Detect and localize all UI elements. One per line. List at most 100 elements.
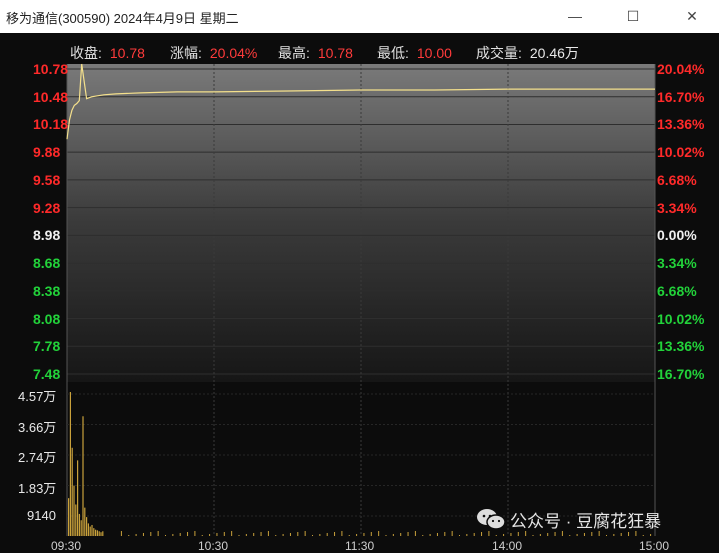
price-tick-label: 9.88 — [33, 144, 61, 161]
volume-bar — [378, 531, 380, 536]
price-tick-label: 9.28 — [33, 199, 61, 216]
pct-tick-label: 3.34% — [657, 199, 697, 216]
volume-bar — [385, 535, 387, 536]
volume-bar — [194, 531, 196, 536]
volume-bar — [142, 533, 144, 536]
volume-bar — [436, 533, 438, 536]
volume-bar — [253, 533, 255, 536]
pct-tick-label: 6.68% — [657, 282, 697, 299]
volume-bar — [135, 534, 137, 536]
volume-bar — [348, 535, 350, 536]
volume-bar — [201, 535, 203, 536]
volume-bar — [77, 460, 79, 536]
volume-bar — [341, 531, 343, 536]
volume-bar — [319, 534, 321, 536]
price-tick-label: 8.68 — [33, 255, 61, 272]
volume-tick-label: 4.57万 — [18, 389, 57, 404]
volume-bar — [459, 535, 460, 536]
volume-bar — [356, 534, 358, 536]
volume-bar — [363, 533, 365, 536]
volume-bar — [165, 535, 166, 536]
watermark-text: 公众号 · 豆腐花狂暴 — [510, 511, 662, 531]
volume-bar — [642, 535, 644, 536]
volume-bar — [517, 532, 519, 536]
volume-bar — [87, 523, 89, 536]
volume-bar — [547, 533, 549, 536]
volume-bar — [100, 532, 102, 536]
pct-tick-label: 10.02% — [657, 310, 705, 327]
volume-bar — [96, 530, 98, 536]
volume-bar — [128, 535, 130, 536]
volume-tick-label: 1.83万 — [18, 480, 57, 496]
price-tick-label: 10.48 — [33, 88, 69, 105]
pct-tick-label: 16.70% — [657, 366, 705, 382]
volume-bar — [400, 533, 402, 536]
volume-bar — [245, 534, 247, 536]
volume-bar — [187, 532, 189, 536]
time-tick-label: 11:30 — [345, 539, 375, 553]
volume-bar — [78, 513, 80, 536]
volume-bar — [75, 504, 77, 536]
time-tick-label: 10:30 — [198, 539, 229, 553]
volume-bar — [267, 531, 269, 536]
volume-bar — [71, 447, 73, 536]
volume-bar — [84, 507, 86, 536]
volume-bar — [209, 534, 211, 536]
volume-bar — [407, 532, 409, 536]
volume-bar — [304, 531, 306, 536]
volume-bar — [620, 533, 622, 536]
volume-bar — [98, 531, 100, 536]
volume-bar — [429, 534, 431, 536]
volume-bar — [80, 520, 82, 536]
volume-bar — [89, 526, 91, 536]
volume-bar — [583, 533, 585, 536]
volume-bar — [86, 517, 88, 536]
pct-tick-label: 6.68% — [657, 171, 697, 188]
time-tick-label: 14:00 — [492, 539, 523, 553]
volume-bar — [157, 531, 159, 536]
price-tick-label: 7.48 — [33, 366, 61, 382]
price-tick-label: 9.58 — [33, 171, 61, 188]
volume-bar — [95, 529, 97, 536]
volume-bar — [613, 534, 615, 536]
volume-bar — [238, 535, 240, 536]
volume-bar — [532, 535, 534, 536]
volume-bar — [120, 531, 122, 536]
volume-bar — [223, 532, 225, 536]
price-tick-label: 8.98 — [33, 227, 61, 244]
volume-bar — [150, 532, 152, 536]
volume-bar — [216, 533, 218, 536]
pct-tick-label: 3.34% — [657, 255, 697, 272]
wechat-icon — [477, 509, 506, 530]
volume-bar — [481, 532, 483, 536]
price-tick-label: 8.08 — [33, 310, 61, 327]
volume-bar — [392, 534, 394, 536]
volume-bar — [576, 534, 578, 536]
pct-tick-label: 10.02% — [657, 144, 705, 161]
volume-bar — [606, 535, 607, 536]
volume-bar — [312, 535, 313, 536]
pct-tick-label: 20.04% — [657, 61, 705, 77]
volume-bar — [93, 528, 95, 536]
price-tick-label: 7.78 — [33, 338, 61, 355]
pct-tick-label: 16.70% — [657, 88, 705, 105]
volume-tick-label: 2.74万 — [18, 450, 57, 465]
volume-bar — [282, 534, 284, 536]
volume-bar — [260, 532, 262, 536]
volume-bar — [334, 532, 336, 536]
volume-bar — [326, 533, 328, 536]
volume-bar — [179, 533, 181, 536]
volume-bar — [275, 535, 277, 536]
pct-tick-label: 13.36% — [657, 116, 705, 133]
volume-bar — [172, 534, 174, 536]
volume-bar — [451, 531, 453, 536]
volume-bar — [73, 485, 75, 536]
volume-bar — [569, 535, 571, 536]
price-tick-label: 8.38 — [33, 282, 61, 299]
price-tick-label: 10.78 — [33, 61, 69, 77]
volume-bar — [628, 532, 630, 536]
volume-bar — [82, 416, 84, 536]
volume-bar — [473, 533, 475, 536]
time-tick-label: 09:30 — [51, 539, 82, 553]
volume-bar — [466, 534, 468, 536]
